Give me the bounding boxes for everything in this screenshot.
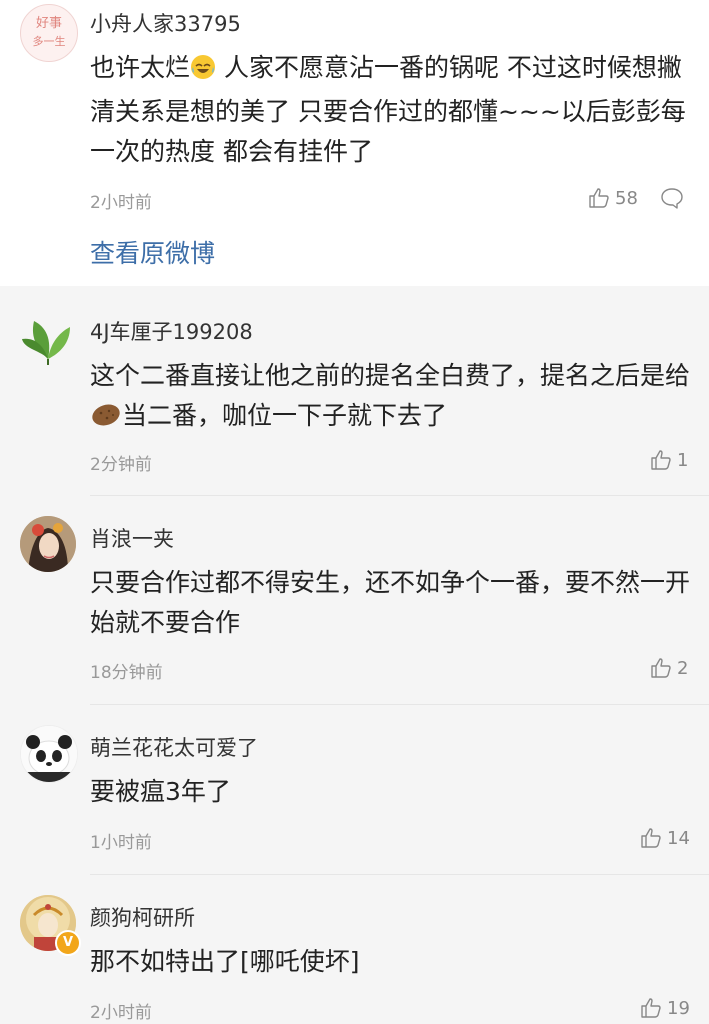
- svg-text:好事: 好事: [36, 16, 62, 31]
- laughing-crying-emoji-icon: [190, 52, 216, 92]
- reply-text: 那不如特出了[哪吒使坏]: [90, 947, 360, 976]
- thumbs-up-icon: [650, 449, 672, 471]
- post-text: 也许太烂 人家不愿意沾一番的锅呢 不过这时候想撇清关系是想的美了 只要合作过的都…: [90, 48, 690, 172]
- svg-text:多一生: 多一生: [33, 34, 66, 48]
- divider: [90, 495, 709, 496]
- reply-text: 只要合作过都不得安生，还不如争个一番，要不然一开始就不要合作: [90, 568, 691, 637]
- reply-username[interactable]: 4J车厘子199208: [90, 316, 253, 346]
- reply-time: 1小时前: [90, 833, 152, 853]
- reply-text-part2: 当二番，咖位一下子就下去了: [122, 401, 448, 430]
- potato-emoji-icon: [90, 400, 122, 440]
- divider: [90, 874, 709, 875]
- verified-v-badge-icon: V: [55, 930, 81, 956]
- reply-username[interactable]: 肖浪一夹: [90, 523, 174, 553]
- reply-username[interactable]: 萌兰花花太可爱了: [90, 732, 258, 762]
- original-post-card: 好事 多一生 小舟人家33795 也许太烂 人家不愿意沾一番的锅呢 不过这时候想…: [0, 0, 709, 286]
- reply-text-part1: 这个二番直接让他之前的提名全白费了，提名之后是给: [90, 361, 691, 390]
- thumbs-up-icon: [588, 187, 610, 209]
- avatar[interactable]: [20, 516, 76, 572]
- like-count: 58: [615, 187, 638, 209]
- view-original-weibo-link[interactable]: 查看原微博: [90, 234, 215, 270]
- like-count: 19: [667, 997, 690, 1019]
- like-count: 14: [667, 827, 690, 849]
- like-button[interactable]: 19: [640, 997, 690, 1019]
- reply-time: 2小时前: [90, 1003, 152, 1023]
- divider: [90, 704, 709, 705]
- like-count: 1: [677, 449, 689, 471]
- comment-bubble-icon: [660, 187, 684, 209]
- like-count: 2: [677, 657, 689, 679]
- thumbs-up-icon: [650, 657, 672, 679]
- reply-time: 18分钟前: [90, 663, 163, 683]
- thumbs-up-icon: [640, 997, 662, 1019]
- post-text-part1: 也许太烂: [90, 53, 191, 82]
- reply-text: 这个二番直接让他之前的提名全白费了，提名之后是给当二番，咖位一下子就下去了: [90, 356, 690, 440]
- avatar[interactable]: 好事 多一生: [20, 4, 78, 62]
- like-button[interactable]: 14: [640, 827, 690, 849]
- like-button[interactable]: 1: [650, 449, 688, 471]
- avatar[interactable]: [20, 725, 78, 783]
- comment-button[interactable]: [660, 187, 684, 209]
- post-username[interactable]: 小舟人家33795: [90, 8, 241, 38]
- avatar[interactable]: [20, 309, 76, 365]
- thumbs-up-icon: [640, 827, 662, 849]
- post-time: 2小时前: [90, 193, 152, 213]
- reply-username[interactable]: 颜狗柯研所: [90, 902, 195, 932]
- like-button[interactable]: 58: [588, 187, 638, 209]
- reply-time: 2分钟前: [90, 455, 152, 475]
- like-button[interactable]: 2: [650, 657, 688, 679]
- reply-text: 要被瘟3年了: [90, 777, 231, 806]
